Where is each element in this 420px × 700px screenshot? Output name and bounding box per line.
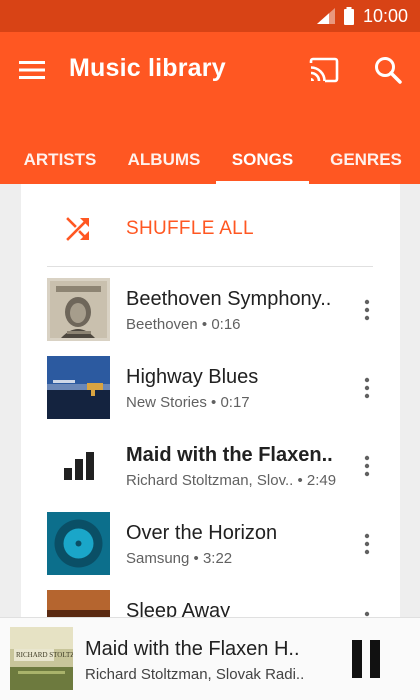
tab-artists[interactable]: ARTISTS <box>8 136 112 184</box>
song-subtitle: Richard Stoltzman, Slov.. • 2:49 <box>126 472 337 489</box>
tab-genres[interactable]: GENRES <box>316 136 416 184</box>
song-title: Highway Blues <box>126 366 259 388</box>
song-title: Sleep Away <box>126 600 231 617</box>
album-art-beethoven <box>47 278 110 341</box>
song-title: Over the Horizon <box>126 522 278 544</box>
battery-icon <box>343 7 354 25</box>
album-art-lettering: RICHARD STOLTZMAN <box>16 651 73 659</box>
equalizer-icon <box>47 434 110 497</box>
song-subtitle: New Stories • 0:17 <box>126 394 250 411</box>
now-playing-title: Maid with the Flaxen H.. <box>85 638 300 660</box>
more-options-icon[interactable] <box>357 532 377 556</box>
song-title: Beethoven Symphony.. <box>126 288 332 310</box>
page-title: Music library <box>69 54 226 82</box>
now-playing-bar[interactable]: RICHARD STOLTZMAN Maid with the Flaxen H… <box>0 617 420 700</box>
song-item[interactable]: Over the Horizon Samsung • 3:22 <box>21 504 400 582</box>
signal-icon <box>316 8 335 24</box>
pause-icon <box>352 640 362 678</box>
song-subtitle: Samsung • 3:22 <box>126 550 233 567</box>
shuffle-all-button[interactable]: SHUFFLE ALL <box>21 184 400 266</box>
song-item[interactable]: Highway Blues New Stories • 0:17 <box>21 348 400 426</box>
song-item-now-playing[interactable]: Maid with the Flaxen.. Richard Stoltzman… <box>21 426 400 504</box>
search-icon[interactable] <box>372 54 404 86</box>
song-list: SHUFFLE ALL Beethoven Symphony.. Beethov… <box>21 184 400 617</box>
more-options-icon[interactable] <box>357 454 377 478</box>
now-playing-artist: Richard Stoltzman, Slovak Radi.. <box>85 666 305 683</box>
pause-icon <box>370 640 380 678</box>
shuffle-all-label: SHUFFLE ALL <box>126 218 254 239</box>
menu-icon[interactable] <box>18 56 46 84</box>
tab-bar: ARTISTS ALBUMS SONGS GENRES <box>0 136 420 184</box>
shuffle-icon <box>66 217 89 241</box>
album-art-highway-blues <box>47 356 110 419</box>
album-art-sleep-away <box>47 590 110 617</box>
divider <box>47 266 373 267</box>
pause-button[interactable] <box>348 640 384 680</box>
more-options-icon[interactable] <box>357 610 377 617</box>
song-item[interactable]: Sleep Away <box>21 582 400 617</box>
tab-albums[interactable]: ALBUMS <box>118 136 210 184</box>
song-subtitle: Beethoven • 0:16 <box>126 316 241 333</box>
album-art-over-the-horizon <box>47 512 110 575</box>
more-options-icon[interactable] <box>357 298 377 322</box>
now-playing-album-art: RICHARD STOLTZMAN <box>10 627 73 690</box>
song-title: Maid with the Flaxen.. <box>126 444 333 466</box>
status-bar: 10:00 <box>0 0 420 32</box>
cast-icon[interactable] <box>308 54 340 86</box>
tab-songs[interactable]: SONGS <box>216 136 309 184</box>
song-item[interactable]: Beethoven Symphony.. Beethoven • 0:16 <box>21 270 400 348</box>
status-time: 10:00 <box>362 5 408 26</box>
more-options-icon[interactable] <box>357 376 377 400</box>
app-bar: Music library ARTISTS ALBUMS SONGS GENRE… <box>0 32 420 184</box>
